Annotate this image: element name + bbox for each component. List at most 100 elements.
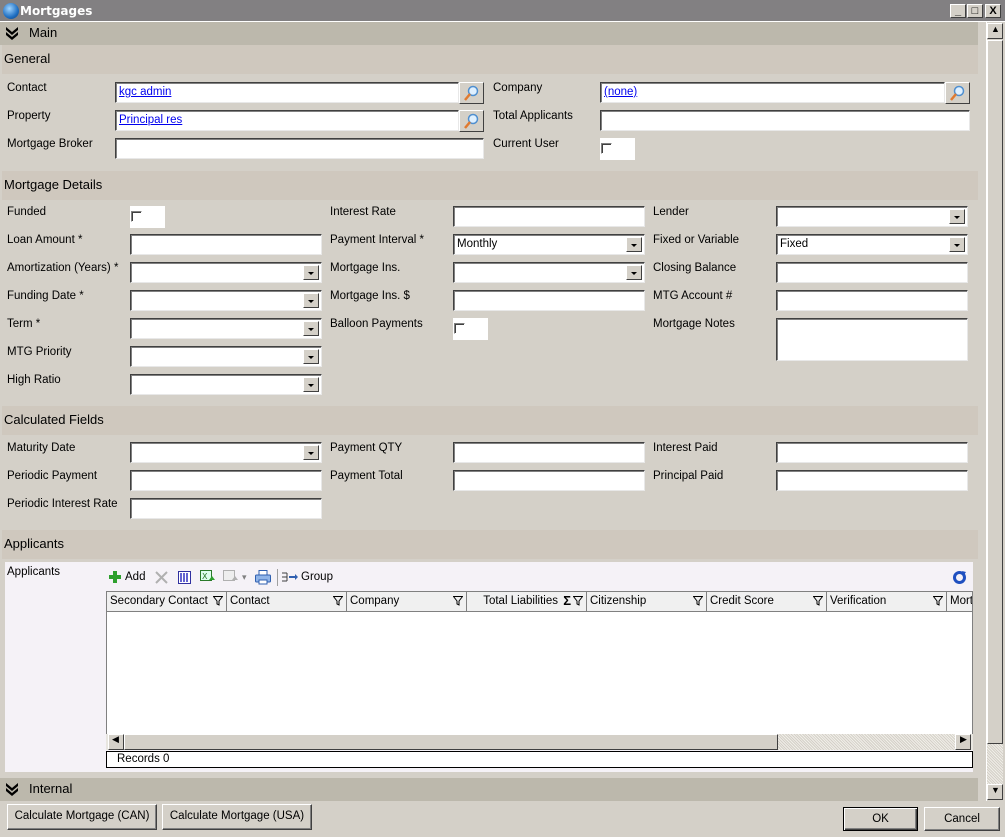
interest-rate-field[interactable] bbox=[453, 206, 645, 227]
maximize-button[interactable]: □ bbox=[967, 4, 983, 18]
group-button-label: Group bbox=[301, 571, 333, 583]
minimize-button[interactable]: _ bbox=[950, 4, 966, 18]
filter-icon[interactable] bbox=[573, 596, 583, 606]
refresh-icon[interactable] bbox=[952, 570, 967, 585]
vertical-scroll-thumb[interactable] bbox=[987, 40, 1003, 744]
vertical-scroll-track[interactable] bbox=[987, 744, 1003, 784]
applicants-grid-body[interactable] bbox=[106, 612, 973, 734]
current-user-checkbox[interactable] bbox=[601, 143, 612, 154]
total-applicants-field[interactable] bbox=[600, 110, 970, 131]
contact-lookup-button[interactable] bbox=[459, 82, 484, 104]
column-header-verification[interactable]: Verification bbox=[827, 592, 947, 611]
mtg-account-field[interactable] bbox=[776, 290, 968, 311]
group-button[interactable]: Group bbox=[282, 569, 334, 587]
dropdown-arrow-icon[interactable] bbox=[626, 265, 642, 280]
mortgage-notes-label: Mortgage Notes bbox=[653, 318, 735, 330]
ok-button[interactable]: OK bbox=[843, 807, 918, 831]
export-excel-icon[interactable]: X bbox=[200, 570, 216, 585]
company-field[interactable]: (none) bbox=[600, 82, 945, 103]
filter-icon[interactable] bbox=[693, 596, 703, 606]
contact-field[interactable]: kgc admin bbox=[115, 82, 459, 103]
group-main-label: Main bbox=[29, 25, 58, 40]
funded-checkbox[interactable] bbox=[131, 211, 142, 222]
dropdown-arrow-icon[interactable] bbox=[303, 377, 319, 392]
scroll-thumb[interactable] bbox=[124, 734, 778, 750]
maturity-date-select[interactable] bbox=[130, 442, 322, 463]
payment-total-field[interactable] bbox=[453, 470, 645, 491]
payment-interval-label: Payment Interval * bbox=[330, 234, 424, 246]
export-dropdown-icon[interactable]: ▾ bbox=[242, 572, 247, 583]
delete-icon[interactable] bbox=[155, 571, 168, 584]
payment-interval-select[interactable]: Monthly bbox=[453, 234, 645, 255]
scroll-up-button[interactable]: ▲ bbox=[987, 23, 1003, 39]
fixed-variable-select[interactable]: Fixed bbox=[776, 234, 968, 255]
mortgage-broker-field[interactable] bbox=[115, 138, 484, 159]
high-ratio-select[interactable] bbox=[130, 374, 322, 395]
column-header-credit-score[interactable]: Credit Score bbox=[707, 592, 827, 611]
periodic-interest-rate-field[interactable] bbox=[130, 498, 322, 519]
cancel-button[interactable]: Cancel bbox=[924, 807, 1000, 831]
group-main[interactable]: Main bbox=[0, 22, 978, 45]
loan-amount-field[interactable] bbox=[130, 234, 322, 255]
column-header-company[interactable]: Company bbox=[347, 592, 467, 611]
calculate-mortgage-can-button[interactable]: Calculate Mortgage (CAN) bbox=[7, 804, 157, 830]
payment-qty-field[interactable] bbox=[453, 442, 645, 463]
column-header-secondary-contact[interactable]: Secondary Contact bbox=[107, 592, 227, 611]
property-lookup-button[interactable] bbox=[459, 110, 484, 132]
close-button[interactable]: X bbox=[985, 4, 1001, 18]
filter-icon[interactable] bbox=[333, 596, 343, 606]
amortization-select[interactable] bbox=[130, 262, 322, 283]
magnifier-icon bbox=[464, 113, 479, 129]
dropdown-arrow-icon[interactable] bbox=[303, 293, 319, 308]
applicants-grid-label: Applicants bbox=[7, 566, 61, 578]
mtg-priority-select[interactable] bbox=[130, 346, 322, 367]
filter-icon[interactable] bbox=[933, 596, 943, 606]
company-lookup-button[interactable] bbox=[945, 82, 970, 104]
column-header-mortgage[interactable]: Mortg bbox=[947, 592, 972, 611]
property-field[interactable]: Principal res bbox=[115, 110, 459, 131]
dropdown-arrow-icon[interactable] bbox=[949, 237, 965, 252]
collapse-chevron-icon[interactable] bbox=[4, 781, 20, 797]
dropdown-arrow-icon[interactable] bbox=[303, 445, 319, 460]
company-link[interactable]: (none) bbox=[604, 86, 637, 98]
grid-horizontal-scrollbar[interactable]: ◀ ▶ bbox=[106, 734, 973, 750]
column-header-contact[interactable]: Contact bbox=[227, 592, 347, 611]
export-word-icon[interactable] bbox=[223, 570, 239, 585]
mortgage-ins-select[interactable] bbox=[453, 262, 645, 283]
calculate-mortgage-usa-button[interactable]: Calculate Mortgage (USA) bbox=[162, 804, 312, 830]
principal-paid-field[interactable] bbox=[776, 470, 968, 491]
balloon-payments-checkbox[interactable] bbox=[454, 323, 465, 334]
lender-select[interactable] bbox=[776, 206, 968, 227]
group-internal[interactable]: Internal bbox=[0, 778, 978, 801]
filter-icon[interactable] bbox=[213, 596, 223, 606]
closing-balance-field[interactable] bbox=[776, 262, 968, 283]
filter-icon[interactable] bbox=[813, 596, 823, 606]
property-link[interactable]: Principal res bbox=[119, 114, 182, 126]
dropdown-arrow-icon[interactable] bbox=[303, 321, 319, 336]
periodic-payment-field[interactable] bbox=[130, 470, 322, 491]
window-title: Mortgages bbox=[20, 4, 93, 18]
columns-icon[interactable] bbox=[178, 571, 191, 584]
sum-icon[interactable]: Σ bbox=[563, 593, 571, 608]
scroll-right-button[interactable]: ▶ bbox=[955, 734, 971, 750]
contact-link[interactable]: kgc admin bbox=[119, 86, 171, 98]
dropdown-arrow-icon[interactable] bbox=[626, 237, 642, 252]
add-button[interactable]: Add bbox=[108, 569, 148, 587]
funding-date-select[interactable] bbox=[130, 290, 322, 311]
dropdown-arrow-icon[interactable] bbox=[303, 265, 319, 280]
dropdown-arrow-icon[interactable] bbox=[949, 209, 965, 224]
mortgage-ins-amount-field[interactable] bbox=[453, 290, 645, 311]
scroll-left-button[interactable]: ◀ bbox=[108, 734, 124, 750]
interest-paid-field[interactable] bbox=[776, 442, 968, 463]
dropdown-arrow-icon[interactable] bbox=[303, 349, 319, 364]
column-header-total-liabilities[interactable]: Total Liabilities Σ bbox=[467, 592, 587, 611]
scroll-down-button[interactable]: ▼ bbox=[987, 784, 1003, 800]
column-header-citizenship[interactable]: Citizenship bbox=[587, 592, 707, 611]
filter-icon[interactable] bbox=[453, 596, 463, 606]
mortgage-notes-textarea[interactable] bbox=[776, 318, 968, 361]
collapse-chevron-icon[interactable] bbox=[4, 25, 20, 41]
print-icon[interactable] bbox=[255, 570, 271, 585]
term-select[interactable] bbox=[130, 318, 322, 339]
form-vertical-scrollbar[interactable]: ▲ ▼ bbox=[986, 22, 1003, 801]
scroll-track[interactable] bbox=[778, 734, 955, 750]
